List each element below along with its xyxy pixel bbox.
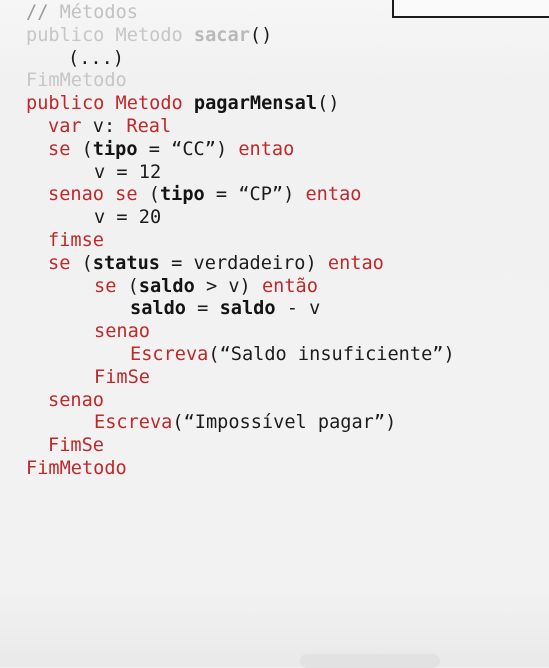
code-token: = — [185, 298, 220, 320]
code-token: tipo — [159, 184, 205, 206]
code-token: () — [249, 24, 273, 46]
code-token: Real — [126, 115, 172, 137]
code-line: senao — [26, 390, 455, 413]
code-token: FimMetodo — [26, 70, 127, 92]
code-token: v = 12 — [94, 161, 162, 183]
code-token: FimSe — [48, 435, 104, 457]
code-line: var v: Real — [26, 116, 455, 139]
code-token: // — [26, 2, 60, 23]
code-token: = “CP”) — [204, 184, 306, 206]
code-line: saldo = saldo - v — [26, 298, 455, 321]
code-token: entao — [238, 138, 295, 160]
code-line: se (status = verdadeiro) entao — [26, 253, 455, 276]
code-token: ( — [148, 184, 160, 206]
code-token: status — [92, 252, 160, 274]
code-token: Escreva — [94, 412, 173, 434]
pseudocode-block: // Métodos publico Metodo sacar() (...) Fim… — [26, 2, 455, 481]
code-line: Escreva(“Saldo insuficiente”) — [26, 344, 455, 367]
code-token: FimSe — [94, 366, 150, 388]
code-token: () — [317, 93, 340, 115]
code-line: senao se (tipo = “CP”) entao — [26, 184, 455, 207]
code-token: entao — [305, 184, 362, 206]
code-token: senao — [48, 389, 104, 411]
blurred-caption — [300, 654, 440, 668]
code-token: publico Metodo — [26, 93, 194, 115]
code-token: publico Metodo — [26, 24, 194, 46]
code-line: se (tipo = “CC”) entao — [26, 139, 455, 162]
code-line: FimSe — [26, 435, 455, 458]
code-token: Métodos — [59, 2, 138, 23]
code-line: v = 20 — [26, 207, 455, 230]
code-token: v: — [92, 115, 127, 137]
code-token: saldo — [130, 298, 186, 320]
code-token: ( — [81, 138, 93, 160]
code-token: FimMetodo — [26, 457, 127, 479]
code-token: pagarMensal — [193, 93, 318, 115]
code-line: publico Metodo sacar() — [26, 25, 455, 48]
code-token: saldo — [138, 275, 195, 297]
code-token: > v) — [194, 275, 262, 297]
code-token: (...) — [68, 47, 124, 69]
code-token: fimse — [48, 229, 104, 251]
slide: // Métodos publico Metodo sacar() (...) Fim… — [0, 0, 549, 668]
code-token: sacar — [193, 24, 250, 46]
code-line: publico Metodo pagarMensal() — [26, 93, 455, 116]
code-token: se — [48, 138, 82, 160]
code-token: entao — [327, 252, 384, 274]
code-token: (“Impossível pagar”) — [172, 412, 397, 434]
code-line: senao — [26, 321, 455, 344]
code-line: FimMetodo — [26, 458, 455, 481]
code-token: var — [48, 115, 93, 137]
code-token: ( — [81, 252, 93, 274]
code-token: = verdadeiro) — [159, 252, 328, 274]
code-line: v = 12 — [26, 162, 455, 185]
code-token: saldo — [219, 298, 276, 320]
code-token: então — [261, 275, 318, 297]
code-token: senao — [94, 321, 150, 343]
code-token: ( — [127, 275, 139, 297]
code-token: se — [94, 275, 128, 297]
code-token: senao se — [48, 184, 149, 206]
code-token: - v — [275, 298, 321, 320]
code-token: (“Saldo insuficiente”) — [208, 343, 455, 365]
code-line: FimMetodo — [26, 70, 455, 93]
code-token: se — [48, 252, 82, 274]
code-line: Escreva(“Impossível pagar”) — [26, 412, 455, 435]
code-token: = “CC”) — [137, 138, 239, 160]
code-line: fimse — [26, 230, 455, 253]
code-line: FimSe — [26, 367, 455, 390]
code-token: tipo — [92, 138, 138, 160]
code-line: se (saldo > v) então — [26, 276, 455, 299]
code-line: // Métodos — [26, 2, 455, 25]
code-token: v = 20 — [94, 207, 162, 229]
code-token: Escreva — [130, 343, 209, 365]
code-line: (...) — [26, 48, 455, 71]
